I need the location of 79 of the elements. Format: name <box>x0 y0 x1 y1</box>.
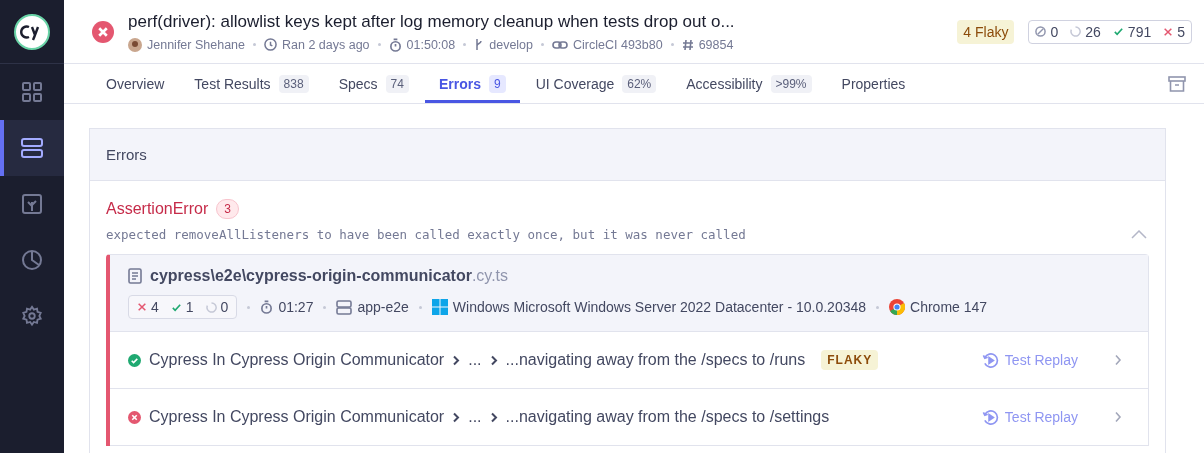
chevron-right-icon <box>1114 411 1122 423</box>
run-title: perf(driver): allowlist keys kept after log memory cleanup when tests drop out o... <box>128 11 736 32</box>
check-icon <box>170 301 182 313</box>
panel-title: Errors <box>90 129 1165 181</box>
flaky-tag: FLAKY <box>821 350 879 370</box>
tab-count: 74 <box>385 74 409 93</box>
sidebar-item[interactable] <box>0 120 64 176</box>
link-icon <box>552 39 569 50</box>
duration: 01:50:08 <box>406 37 456 52</box>
count-value: 791 <box>1127 23 1152 40</box>
flaky-count: 4 Flaky <box>957 19 1015 44</box>
chevron-right-icon <box>452 411 461 423</box>
tab-count: >99% <box>770 74 812 93</box>
spinner-icon <box>1070 26 1082 37</box>
spec-path[interactable]: cypress\e2e\cypress-origin-communicator.cy.ts <box>150 267 509 285</box>
count-value: 0 <box>1050 23 1059 40</box>
pie-chart-icon <box>21 249 43 271</box>
server-icon <box>336 299 353 315</box>
chevron-right-icon <box>489 411 498 423</box>
run-number: 69854 <box>698 37 734 52</box>
tab[interactable]: Properties <box>827 64 920 103</box>
list-icon <box>20 136 44 160</box>
test-row[interactable]: Cypress In Cypress Origin Communicator ... ...navigating away from the /specs to /settings Test Replay <box>110 389 1148 446</box>
count-value: 0 <box>220 299 229 315</box>
tab[interactable]: UI Coverage 62% <box>521 64 671 103</box>
tab[interactable]: Test Results 838 <box>180 64 323 103</box>
x-icon <box>137 302 147 312</box>
tab[interactable]: Specs 74 <box>324 64 423 103</box>
replay-icon <box>981 351 999 369</box>
count-value: 1 <box>185 299 194 315</box>
count-value: 4 <box>151 299 159 315</box>
group-name: app-e2e <box>357 299 409 315</box>
windows-icon <box>431 299 448 315</box>
archive-icon[interactable] <box>1168 75 1186 92</box>
avatar <box>128 37 142 52</box>
test-row[interactable]: Cypress In Cypress Origin Communicator ... ...navigating away from the /specs to /runs FLAKY Test Replay <box>110 332 1148 389</box>
clock-icon <box>264 38 277 51</box>
ran-time: Ran 2 days ago <box>282 37 370 52</box>
tab[interactable]: Accessibility >99% <box>672 64 826 103</box>
hash-icon <box>681 38 694 51</box>
tab[interactable]: Overview <box>92 64 179 103</box>
error-message: expected removeAllListeners to have been called exactly once, but it was never called <box>106 227 746 242</box>
stopwatch-icon <box>388 37 402 52</box>
test-title: ...navigating away from the /specs to /runs <box>505 351 806 369</box>
suite-name: Cypress In Cypress Origin Communicator <box>149 351 445 369</box>
author: Jennifer Shehane <box>147 37 245 52</box>
replay-icon <box>981 408 999 426</box>
check-icon <box>1112 26 1124 37</box>
error-name: AssertionError <box>106 200 209 218</box>
spec-duration: 01:27 <box>278 299 314 315</box>
chevron-right-icon <box>452 354 461 366</box>
x-icon <box>1163 26 1174 37</box>
tab[interactable]: Errors 9 <box>424 64 520 103</box>
tab-count: 62% <box>622 74 657 93</box>
tab-count: 9 <box>488 74 506 93</box>
file-icon <box>128 268 142 284</box>
error-count: 3 <box>216 199 239 219</box>
grid-icon <box>21 81 43 103</box>
chevron-right-icon <box>489 354 498 366</box>
count-value: 26 <box>1085 23 1101 40</box>
stopwatch-icon <box>260 300 274 314</box>
os-name: Windows Microsoft Windows Server 2022 Datacenter - 10.0.20348 <box>452 299 867 315</box>
test-title: ...navigating away from the /specs to /settings <box>505 408 830 426</box>
collapsed-path[interactable]: ... <box>468 351 482 369</box>
branch-icon <box>474 38 485 51</box>
browser-name: Chrome 147 <box>910 299 988 315</box>
tab-count: 838 <box>278 74 309 93</box>
logo[interactable] <box>14 13 50 50</box>
chevron-right-icon <box>1114 354 1122 366</box>
suite-name: Cypress In Cypress Origin Communicator <box>149 408 445 426</box>
count-value: 5 <box>1177 23 1185 40</box>
skip-icon <box>1035 26 1047 37</box>
spinner-icon <box>205 301 217 313</box>
tree-icon <box>21 193 43 215</box>
branch-name[interactable]: develop <box>489 37 534 52</box>
ci-build[interactable]: CircleCI 493b80 <box>573 37 663 52</box>
collapsed-path[interactable]: ... <box>468 408 482 426</box>
browser-icon <box>889 299 906 315</box>
settings-icon <box>21 305 43 327</box>
